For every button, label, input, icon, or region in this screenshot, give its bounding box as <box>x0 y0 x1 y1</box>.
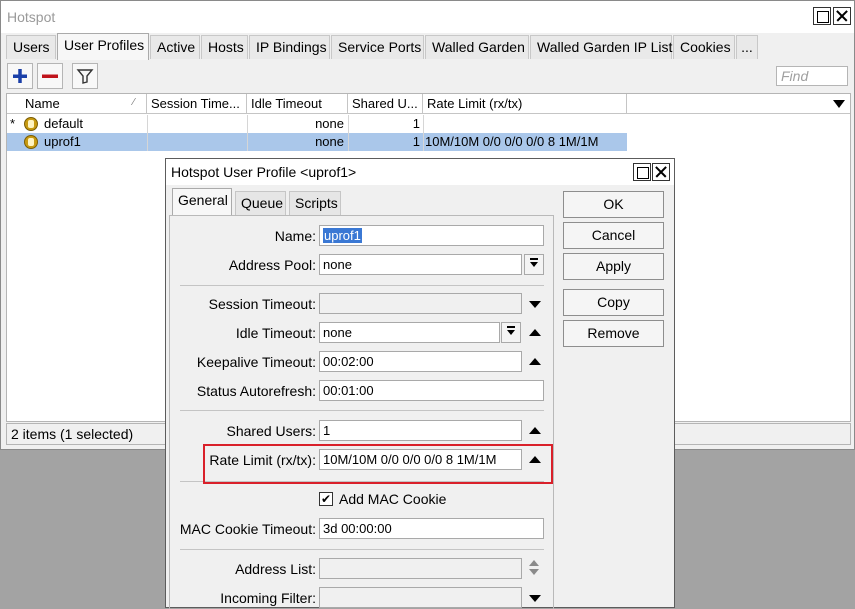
table-row[interactable]: * default none 1 <box>7 115 627 133</box>
cancel-button[interactable]: Cancel <box>563 222 664 249</box>
remove-button[interactable]: Remove <box>563 320 664 347</box>
cell-divider <box>423 133 424 151</box>
add-mac-cookie-label: Add MAC Cookie <box>339 491 447 507</box>
cell-divider <box>147 115 148 133</box>
column-shared-users[interactable]: Shared U... <box>348 94 423 114</box>
remove-button[interactable] <box>37 63 63 89</box>
minus-icon <box>42 74 58 78</box>
shared-users-label: Shared Users: <box>226 423 316 439</box>
session-timeout-field[interactable] <box>319 293 522 314</box>
address-list-field[interactable] <box>319 558 522 579</box>
incoming-filter-field[interactable] <box>319 587 522 608</box>
rate-limit-highlight <box>203 444 553 484</box>
plus-icon <box>13 69 27 83</box>
keepalive-timeout-label: Keepalive Timeout: <box>196 354 316 370</box>
column-name[interactable]: Name <box>21 94 147 114</box>
incoming-filter-label: Incoming Filter: <box>220 590 316 606</box>
copy-button[interactable]: Copy <box>563 289 664 316</box>
tab-hosts[interactable]: Hosts <box>201 35 248 59</box>
row-shared-users: 1 <box>412 116 420 131</box>
maximize-button[interactable] <box>813 7 831 25</box>
tab-cookies[interactable]: Cookies <box>673 35 735 59</box>
general-panel: Name: uprof1 Address Pool: none Session … <box>169 215 554 609</box>
table-header: Name Session Time... Idle Timeout Shared… <box>7 94 850 114</box>
dialog-title: Hotspot User Profile <uprof1> <box>171 164 357 180</box>
dialog-maximize-button[interactable] <box>633 163 651 181</box>
collapse-up-icon[interactable] <box>529 358 541 365</box>
name-value: uprof1 <box>323 228 362 243</box>
dialog-titlebar[interactable]: Hotspot User Profile <uprof1> <box>166 159 674 185</box>
tab-user-profiles[interactable]: User Profiles <box>57 33 149 60</box>
tab-general[interactable]: General <box>172 188 232 216</box>
tab-walled-garden[interactable]: Walled Garden <box>425 35 529 59</box>
session-timeout-label: Session Timeout: <box>208 296 316 312</box>
keepalive-timeout-field[interactable]: 00:02:00 <box>319 351 522 372</box>
profile-icon <box>24 135 38 149</box>
idle-timeout-dropdown-icon[interactable] <box>501 322 521 343</box>
tab-scripts[interactable]: Scripts <box>289 191 341 215</box>
row-rate-limit: 10M/10M 0/0 0/0 0/0 8 1M/1M <box>425 134 599 149</box>
column-rate-limit[interactable]: Rate Limit (rx/tx) <box>423 94 627 114</box>
column-chooser-icon[interactable] <box>833 100 845 108</box>
name-field[interactable]: uprof1 <box>319 225 544 246</box>
idle-timeout-select[interactable]: none <box>319 322 500 343</box>
funnel-icon <box>76 69 94 84</box>
cell-divider <box>423 115 424 133</box>
up-down-arrows-icon[interactable] <box>529 560 541 576</box>
mac-cookie-timeout-label: MAC Cookie Timeout: <box>179 521 316 537</box>
address-list-label: Address List: <box>235 561 316 577</box>
idle-timeout-label: Idle Timeout: <box>235 325 316 341</box>
divider <box>180 549 544 550</box>
ok-button[interactable]: OK <box>563 191 664 218</box>
row-name: default <box>44 116 84 131</box>
shared-users-field[interactable]: 1 <box>319 420 522 441</box>
collapse-up-icon[interactable] <box>529 329 541 336</box>
tab-users[interactable]: Users <box>6 35 56 59</box>
column-session-timeout[interactable]: Session Time... <box>147 94 247 114</box>
address-pool-select[interactable]: none <box>319 254 522 275</box>
mac-cookie-timeout-field[interactable]: 3d 00:00:00 <box>319 518 544 539</box>
default-marker: * <box>10 116 16 131</box>
expand-down-icon[interactable] <box>529 301 541 308</box>
address-pool-label: Address Pool: <box>228 257 316 273</box>
collapse-up-icon[interactable] <box>529 427 541 434</box>
window-titlebar[interactable]: Hotspot <box>1 1 854 33</box>
close-button[interactable] <box>833 7 851 25</box>
tab-ip-bindings[interactable]: IP Bindings <box>249 35 330 59</box>
column-idle-timeout[interactable]: Idle Timeout <box>247 94 348 114</box>
add-mac-cookie-checkbox[interactable]: ✔ <box>319 492 333 506</box>
divider <box>180 285 544 286</box>
table-row-selected[interactable]: uprof1 none 1 10M/10M 0/0 0/0 0/0 8 1M/1… <box>7 133 627 151</box>
cell-divider <box>147 133 148 151</box>
row-shared-users: 1 <box>412 134 420 149</box>
user-profile-dialog: Hotspot User Profile <uprof1> General Qu… <box>165 158 675 609</box>
row-name: uprof1 <box>44 134 81 149</box>
divider <box>180 410 544 411</box>
name-label: Name: <box>274 228 316 244</box>
filter-button[interactable] <box>72 63 98 89</box>
tab-active[interactable]: Active <box>150 35 200 59</box>
apply-button[interactable]: Apply <box>563 253 664 280</box>
row-rate-limit <box>425 115 625 133</box>
window-title: Hotspot <box>7 9 56 25</box>
find-input[interactable]: Find <box>776 66 848 86</box>
tab-queue[interactable]: Queue <box>235 191 286 215</box>
status-autorefresh-label: Status Autorefresh: <box>196 383 316 399</box>
tab-walled-garden-ip-list[interactable]: Walled Garden IP List <box>530 35 672 59</box>
profile-icon <box>24 117 38 131</box>
tab-service-ports[interactable]: Service Ports <box>331 35 424 59</box>
tab-more[interactable]: ... <box>736 35 758 59</box>
row-idle-timeout: none <box>315 116 344 131</box>
add-button[interactable] <box>7 63 33 89</box>
sort-indicator-icon: ⁄ <box>133 97 135 108</box>
toolbar: Find <box>1 61 854 91</box>
status-autorefresh-field[interactable]: 00:01:00 <box>319 380 544 401</box>
expand-down-icon[interactable] <box>529 595 541 602</box>
row-idle-timeout: none <box>315 134 344 149</box>
address-pool-dropdown-icon[interactable] <box>524 254 544 275</box>
dialog-close-button[interactable] <box>652 163 670 181</box>
